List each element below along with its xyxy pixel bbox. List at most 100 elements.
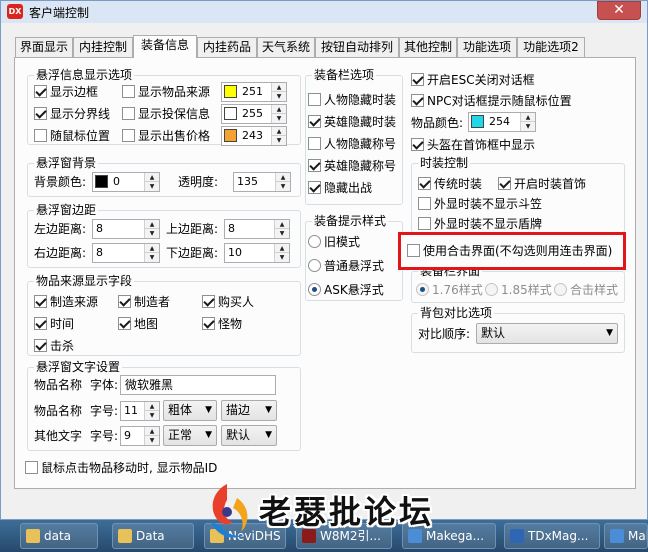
checkbox-box[interactable] — [308, 159, 321, 172]
fashion-jewelry-checkbox[interactable]: 开启时装首饰 — [498, 176, 586, 192]
taskbar-item[interactable]: Make — [604, 523, 648, 549]
tab-button-layout[interactable]: 按钮自动排列 — [315, 37, 399, 57]
other-weight-select[interactable]: 正常 ▼ — [163, 425, 217, 446]
checkbox-box[interactable] — [418, 197, 431, 210]
spin-up-icon[interactable]: ▲ — [145, 173, 159, 182]
ask-float-radio[interactable]: ASK悬浮式 — [308, 282, 384, 298]
source-color-swatch[interactable] — [224, 85, 237, 98]
esc-close-checkbox[interactable]: 开启ESC关闭对话框 — [411, 72, 535, 88]
item-color-swatch[interactable] — [471, 115, 484, 128]
investor-color-swatch[interactable] — [224, 107, 237, 120]
checkbox-box[interactable] — [34, 295, 47, 308]
spinner-buttons[interactable]: ▲ ▼ — [144, 402, 159, 420]
traditional-fashion-checkbox[interactable]: 传统时装 — [418, 176, 482, 192]
spinner-buttons[interactable]: ▲ ▼ — [271, 127, 286, 145]
style-185-radio[interactable]: 1.85样式 — [485, 282, 552, 298]
spin-down-icon[interactable]: ▼ — [145, 253, 159, 262]
spin-down-icon[interactable]: ▼ — [276, 182, 290, 191]
checkbox-box[interactable] — [418, 217, 431, 230]
spinner-buttons[interactable]: ▲ ▼ — [271, 105, 286, 123]
hide-hero-title-checkbox[interactable]: 英雄隐藏称号 — [308, 158, 396, 174]
bg-color-swatch[interactable] — [95, 175, 108, 188]
spinner-buttons[interactable]: ▲ ▼ — [144, 244, 159, 262]
kill-checkbox[interactable]: 击杀 — [34, 338, 74, 354]
spin-down-icon[interactable]: ▼ — [272, 92, 286, 101]
taskbar-item[interactable]: Data — [112, 523, 194, 549]
helmet-show-checkbox[interactable]: 头盔在首饰框中显示 — [411, 137, 535, 153]
style-176-radio[interactable]: 1.76样式 — [416, 282, 483, 298]
checkbox-box[interactable] — [34, 317, 47, 330]
show-divider-checkbox[interactable]: 显示分界线 — [34, 106, 110, 122]
normal-float-radio[interactable]: 普通悬浮式 — [308, 258, 384, 274]
follow-mouse-checkbox[interactable]: 随鼠标位置 — [34, 128, 110, 144]
spin-down-icon[interactable]: ▼ — [275, 253, 289, 262]
spinner-buttons[interactable]: ▲ ▼ — [274, 220, 289, 238]
font-input[interactable]: 微软雅黑 — [120, 375, 276, 395]
spinner-buttons[interactable]: ▲ ▼ — [520, 113, 535, 131]
hide-hat-checkbox[interactable]: 外显时装不显示斗笠 — [418, 196, 542, 212]
spin-up-icon[interactable]: ▲ — [145, 402, 159, 411]
source-color-spinner[interactable]: 251 ▲ ▼ — [221, 82, 287, 102]
spin-up-icon[interactable]: ▲ — [145, 427, 159, 436]
item-weight-select[interactable]: 粗体 ▼ — [163, 400, 217, 421]
show-border-checkbox[interactable]: 显示边框 — [34, 84, 98, 100]
checkbox-box[interactable] — [34, 107, 47, 120]
spin-down-icon[interactable]: ▼ — [145, 411, 159, 420]
mouse-show-id-checkbox[interactable]: 鼠标点击物品移动时, 显示物品ID — [25, 460, 217, 476]
checkbox-box[interactable] — [411, 138, 424, 151]
checkbox-box[interactable] — [308, 93, 321, 106]
spin-down-icon[interactable]: ▼ — [145, 436, 159, 445]
checkbox-box[interactable] — [202, 317, 215, 330]
radio-circle[interactable] — [308, 235, 321, 248]
spin-up-icon[interactable]: ▲ — [272, 127, 286, 136]
bottom-margin-spinner[interactable]: 10 ▲ ▼ — [224, 243, 290, 263]
checkbox-box[interactable] — [407, 244, 420, 257]
show-source-checkbox[interactable]: 显示物品来源 — [122, 84, 210, 100]
spinner-buttons[interactable]: ▲ ▼ — [271, 83, 286, 101]
tab-equip-info[interactable]: 装备信息 — [133, 35, 197, 58]
bg-color-spinner[interactable]: 0 ▲ ▼ — [92, 172, 160, 192]
item-color-spinner[interactable]: 254 ▲ ▼ — [468, 112, 536, 132]
spinner-buttons[interactable]: ▲ ▼ — [144, 173, 159, 191]
spin-up-icon[interactable]: ▲ — [275, 220, 289, 229]
sell-color-swatch[interactable] — [224, 129, 237, 142]
spin-up-icon[interactable]: ▲ — [272, 83, 286, 92]
maker-checkbox[interactable]: 制造者 — [118, 294, 170, 310]
title-bar[interactable]: DX 客户端控制 ✕ — [1, 1, 647, 23]
radio-circle[interactable] — [308, 283, 321, 296]
checkbox-box[interactable] — [118, 295, 131, 308]
tab-other-control[interactable]: 其他控制 — [399, 37, 457, 57]
checkbox-box[interactable] — [498, 177, 511, 190]
checkbox-box[interactable] — [418, 177, 431, 190]
spin-down-icon[interactable]: ▼ — [272, 114, 286, 123]
radio-circle[interactable] — [308, 259, 321, 272]
spinner-buttons[interactable]: ▲ ▼ — [144, 220, 159, 238]
checkbox-box[interactable] — [411, 73, 424, 86]
checkbox-box[interactable] — [34, 129, 47, 142]
spin-down-icon[interactable]: ▼ — [145, 229, 159, 238]
checkbox-box[interactable] — [34, 339, 47, 352]
left-margin-spinner[interactable]: 8 ▲ ▼ — [92, 219, 160, 239]
checkbox-box[interactable] — [308, 181, 321, 194]
checkbox-box[interactable] — [34, 85, 47, 98]
tab-plugin-potion[interactable]: 内挂药品 — [197, 37, 257, 57]
top-margin-spinner[interactable]: 8 ▲ ▼ — [224, 219, 290, 239]
spin-up-icon[interactable]: ▲ — [275, 244, 289, 253]
show-investor-checkbox[interactable]: 显示投保信息 — [122, 106, 210, 122]
map-checkbox[interactable]: 地图 — [118, 316, 158, 332]
hide-battle-checkbox[interactable]: 隐藏出战 — [308, 180, 372, 196]
npc-tip-checkbox[interactable]: NPC对话框提示随鼠标位置 — [411, 93, 572, 109]
hide-char-title-checkbox[interactable]: 人物隐藏称号 — [308, 136, 396, 152]
spin-down-icon[interactable]: ▼ — [272, 136, 286, 145]
item-style-select[interactable]: 描边 ▼ — [221, 400, 277, 421]
tab-ui-display[interactable]: 界面显示 — [15, 37, 73, 57]
tab-function-options[interactable]: 功能选项 — [457, 37, 517, 57]
show-sell-price-checkbox[interactable]: 显示出售价格 — [122, 128, 210, 144]
spinner-buttons[interactable]: ▲ ▼ — [274, 244, 289, 262]
checkbox-box[interactable] — [118, 317, 131, 330]
compare-order-select[interactable]: 默认 ▼ — [476, 323, 618, 344]
close-button[interactable]: ✕ — [597, 1, 641, 20]
monster-checkbox[interactable]: 怪物 — [202, 316, 242, 332]
tab-weather[interactable]: 天气系统 — [257, 37, 315, 57]
right-margin-spinner[interactable]: 8 ▲ ▼ — [92, 243, 160, 263]
